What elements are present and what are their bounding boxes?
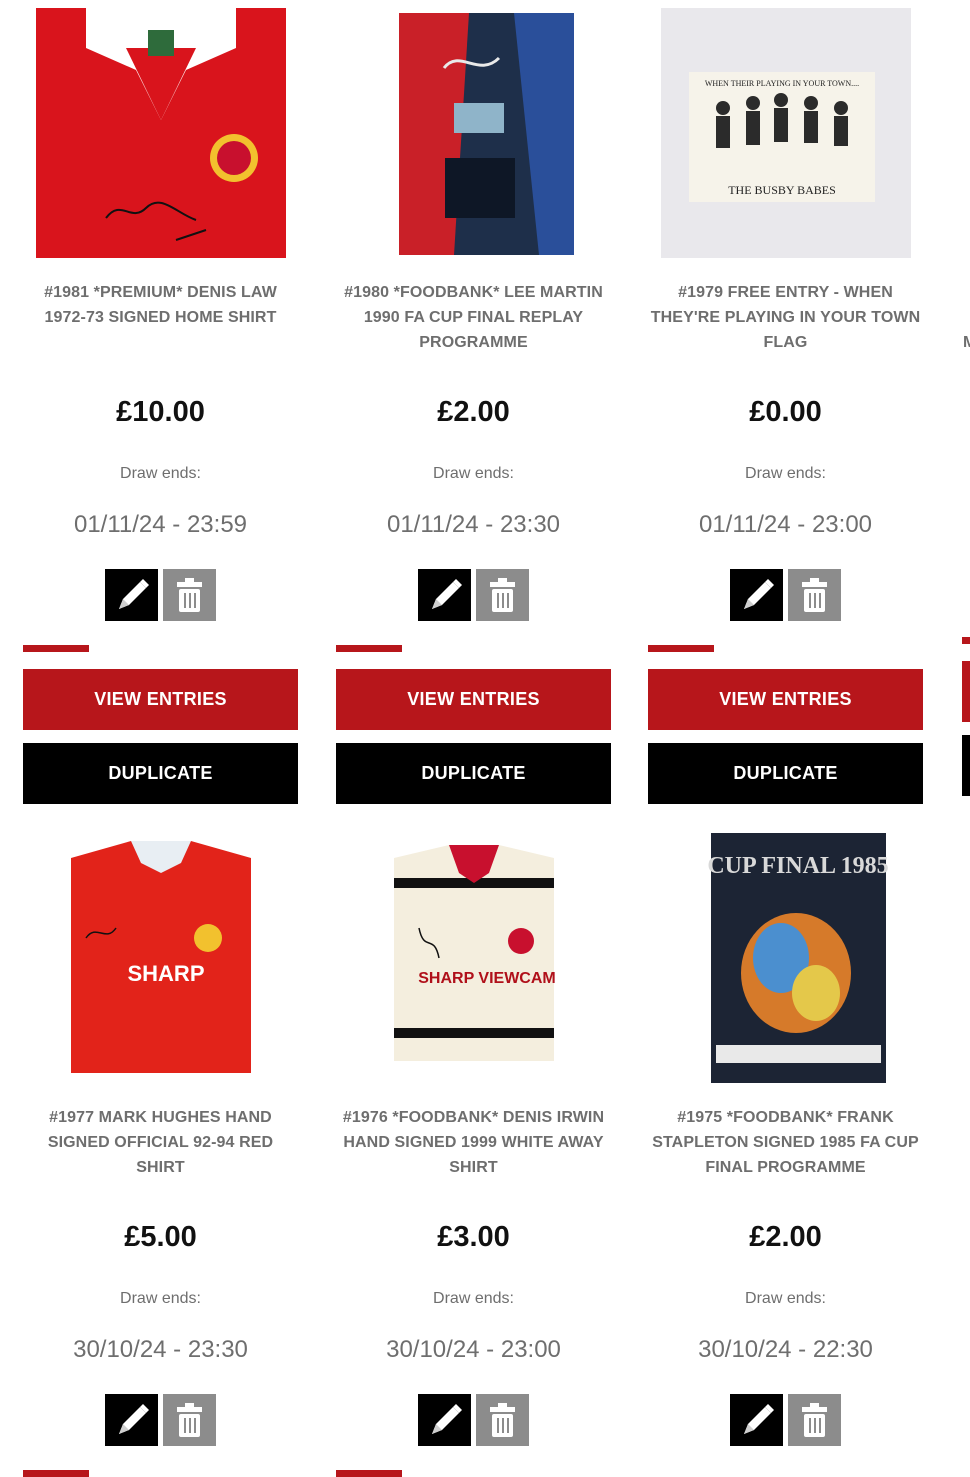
- edit-button[interactable]: [105, 569, 158, 621]
- draw-ends-label: Draw ends:: [120, 1290, 201, 1307]
- edit-button[interactable]: [730, 1394, 783, 1446]
- delete-button[interactable]: [476, 1394, 529, 1446]
- trash-icon: [490, 1403, 515, 1437]
- view-entries-button[interactable]: VIEW ENTRIES: [23, 669, 298, 730]
- delete-button[interactable]: [163, 569, 216, 621]
- draw-ends-label: Draw ends:: [745, 465, 826, 482]
- flag-bottom-text: THE BUSBY BABES: [728, 183, 836, 197]
- trash-icon: [802, 1403, 827, 1437]
- competition-title: #1979 FREE ENTRY - WHEN THEY'RE PLAYING …: [650, 284, 921, 351]
- duplicate-button[interactable]: DUPLICATE: [336, 743, 611, 804]
- accent-divider: [336, 645, 402, 652]
- delete-button[interactable]: [788, 1394, 841, 1446]
- trash-icon: [802, 578, 827, 612]
- view-entries-button[interactable]: VIEW ENTRIES: [336, 669, 611, 730]
- pencil-icon: [432, 579, 462, 609]
- draw-ends-label: Draw ends:: [745, 1290, 826, 1307]
- ticket-price: £2.00: [749, 1221, 822, 1253]
- draw-ends-date: 30/10/24 - 23:30: [73, 1336, 248, 1363]
- pencil-icon: [432, 1404, 462, 1434]
- draw-ends-date: 01/11/24 - 23:00: [698, 511, 873, 538]
- clipped-card-title: M: [963, 334, 970, 351]
- programme-image: [349, 8, 599, 258]
- competition-title: #1980 *FOODBANK* LEE MARTIN 1990 FA CUP …: [344, 284, 603, 351]
- draw-ends-date: 01/11/24 - 23:30: [386, 511, 561, 538]
- product-image[interactable]: WHEN THEIR PLAYING IN YOUR TOWN.... THE …: [661, 8, 911, 258]
- signed-shirt-image: SHARP VIEWCAM: [349, 833, 599, 1083]
- clipped-view-entries-button[interactable]: [962, 661, 970, 722]
- shirt-sponsor-text: SHARP: [127, 961, 204, 986]
- ticket-price: £5.00: [124, 1221, 197, 1253]
- flag-top-text: WHEN THEIR PLAYING IN YOUR TOWN....: [705, 79, 859, 88]
- competition-title: #1975 *FOODBANK* FRANK STAPLETON SIGNED …: [652, 1109, 919, 1176]
- clipped-accent-divider: [962, 637, 970, 644]
- draw-ends-date: 30/10/24 - 22:30: [698, 1336, 873, 1363]
- pencil-icon: [119, 1404, 149, 1434]
- pencil-icon: [744, 1404, 774, 1434]
- product-image[interactable]: [349, 8, 599, 258]
- delete-button[interactable]: [476, 569, 529, 621]
- trash-icon: [177, 578, 202, 612]
- trash-icon: [490, 578, 515, 612]
- ticket-price: £10.00: [116, 396, 205, 428]
- edit-button[interactable]: [418, 569, 471, 621]
- shirt-sponsor-text: SHARP VIEWCAM: [418, 970, 556, 987]
- draw-ends-label: Draw ends:: [433, 465, 514, 482]
- accent-divider: [648, 645, 714, 652]
- product-image[interactable]: SHARP: [36, 833, 286, 1083]
- competition-title: #1981 *PREMIUM* DENIS LAW 1972-73 SIGNED…: [44, 284, 277, 326]
- signed-shirt-image: [36, 8, 286, 258]
- card-actions: [418, 1394, 530, 1446]
- accent-divider: [23, 645, 89, 652]
- ticket-price: £3.00: [437, 1221, 510, 1253]
- card-actions: [105, 1394, 217, 1446]
- programme-cover-text: CUP FINAL 1985: [707, 853, 888, 879]
- pencil-icon: [744, 579, 774, 609]
- card-actions: [105, 569, 217, 621]
- delete-button[interactable]: [163, 1394, 216, 1446]
- edit-button[interactable]: [418, 1394, 471, 1446]
- view-entries-button[interactable]: VIEW ENTRIES: [648, 669, 923, 730]
- card-actions: [730, 569, 842, 621]
- edit-button[interactable]: [105, 1394, 158, 1446]
- flag-image: WHEN THEIR PLAYING IN YOUR TOWN.... THE …: [661, 8, 911, 258]
- duplicate-button[interactable]: DUPLICATE: [23, 743, 298, 804]
- trash-icon: [177, 1403, 202, 1437]
- signed-shirt-image: SHARP: [36, 833, 286, 1083]
- product-image[interactable]: [36, 8, 286, 258]
- product-image[interactable]: CUP FINAL 1985: [661, 833, 911, 1083]
- draw-ends-date: 30/10/24 - 23:00: [386, 1336, 561, 1363]
- ticket-price: £2.00: [437, 396, 510, 428]
- draw-ends-date: 01/11/24 - 23:59: [73, 511, 248, 538]
- delete-button[interactable]: [788, 569, 841, 621]
- edit-button[interactable]: [730, 569, 783, 621]
- pencil-icon: [119, 579, 149, 609]
- duplicate-button[interactable]: DUPLICATE: [648, 743, 923, 804]
- ticket-price: £0.00: [749, 396, 822, 428]
- draw-ends-label: Draw ends:: [433, 1290, 514, 1307]
- competition-title: #1976 *FOODBANK* DENIS IRWIN HAND SIGNED…: [342, 1109, 605, 1176]
- draw-ends-label: Draw ends:: [120, 465, 201, 482]
- card-actions: [418, 569, 530, 621]
- clipped-duplicate-button[interactable]: [962, 735, 970, 796]
- programme-image: CUP FINAL 1985: [661, 833, 911, 1083]
- card-actions: [730, 1394, 842, 1446]
- product-image[interactable]: SHARP VIEWCAM: [349, 833, 599, 1083]
- competition-title: #1977 MARK HUGHES HAND SIGNED OFFICIAL 9…: [47, 1109, 274, 1176]
